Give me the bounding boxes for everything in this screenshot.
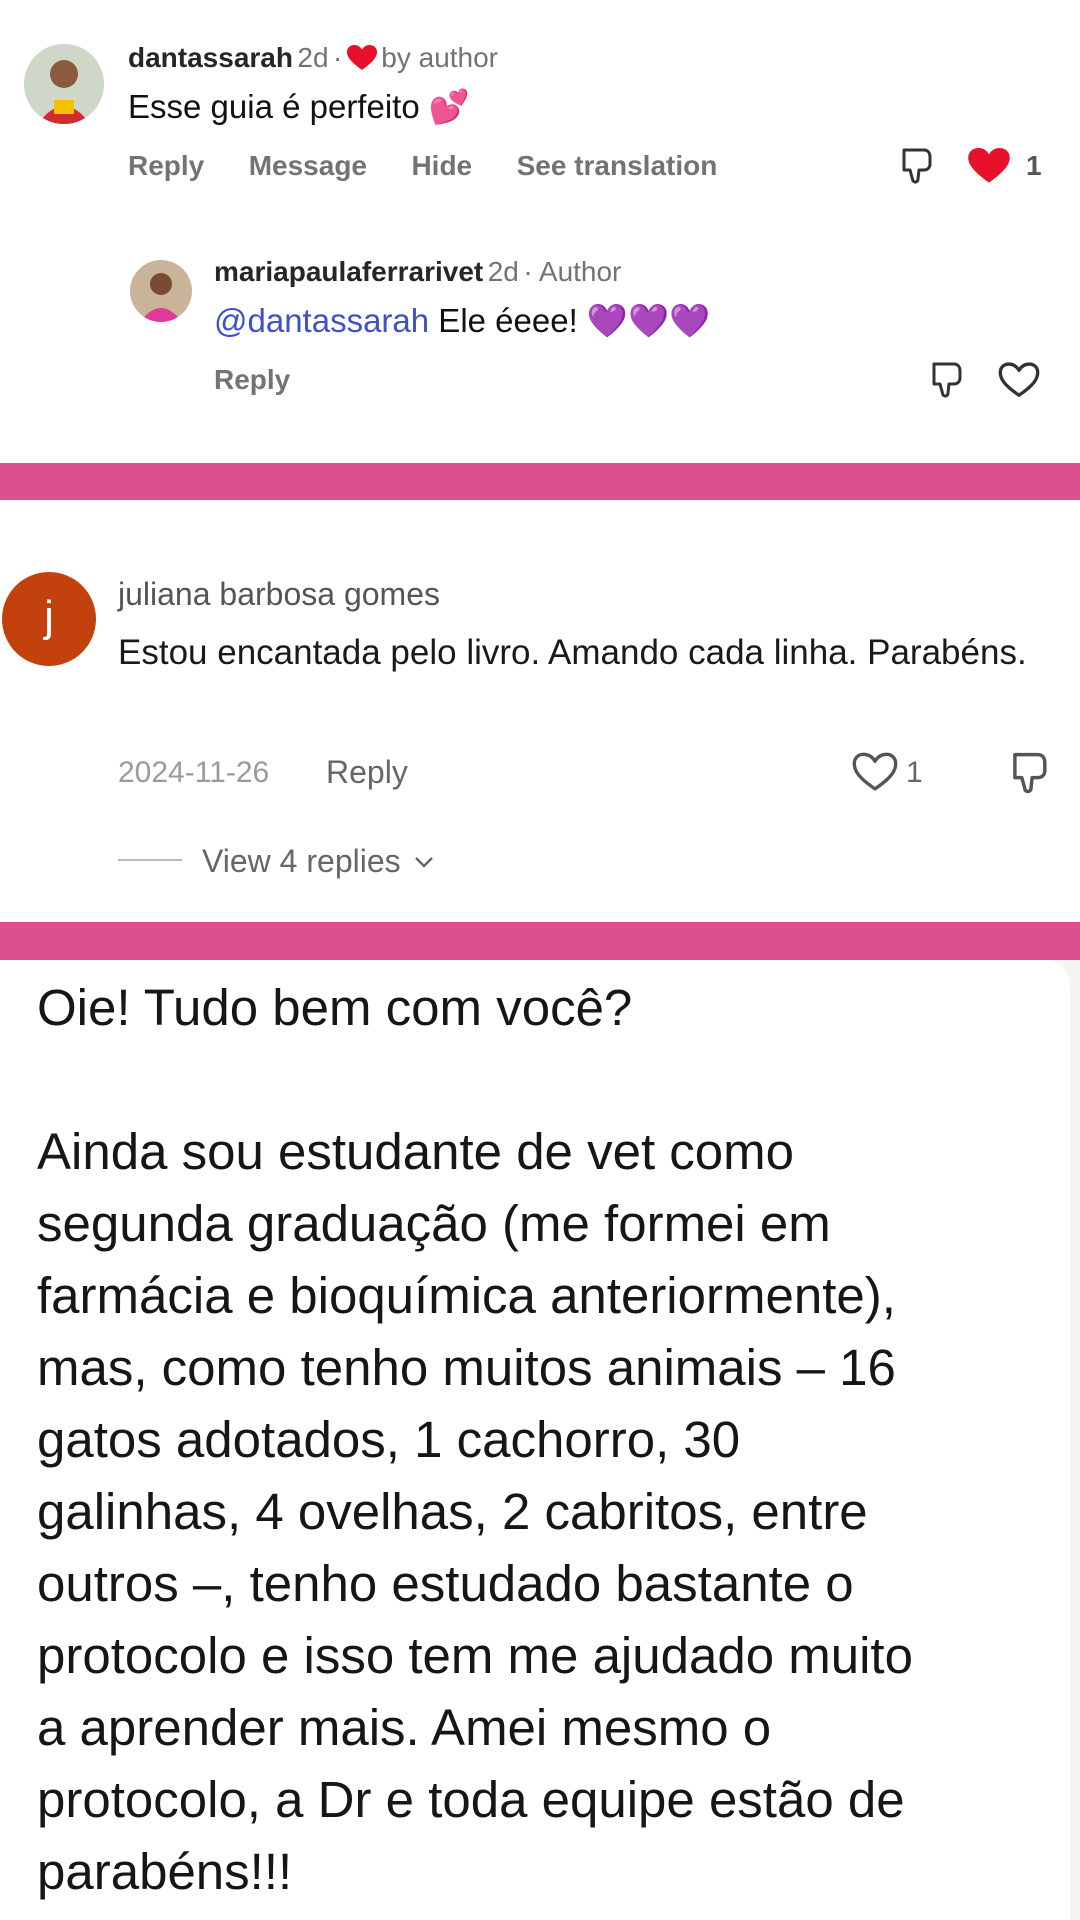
avatar-letter: j bbox=[44, 592, 54, 641]
see-translation-button[interactable]: See translation bbox=[517, 150, 718, 181]
heart-icon bbox=[346, 45, 377, 76]
comment-text: Esse guia é perfeito bbox=[128, 88, 420, 125]
mention-link[interactable]: @dantassarah bbox=[214, 302, 429, 339]
reply-button[interactable]: Reply bbox=[326, 754, 408, 791]
comment-text: Estou encantada pelo livro. Amando cada … bbox=[118, 633, 1027, 672]
comment-thread-2: j juliana barbosa gomes Estou encantada … bbox=[0, 500, 1080, 920]
avatar-photo bbox=[24, 44, 104, 124]
like-count: 1 bbox=[906, 756, 923, 789]
reply-actions: Reply bbox=[214, 364, 330, 396]
message-bubble: Oie! Tudo bem com você? Ainda sou estuda… bbox=[0, 960, 1070, 1920]
view-replies-label: View 4 replies bbox=[202, 843, 401, 879]
like-heart-icon[interactable] bbox=[998, 362, 1040, 403]
chat-background: Oie! Tudo bem com você? Ainda sou estuda… bbox=[0, 960, 1080, 1920]
reply-time: 2d bbox=[487, 256, 519, 287]
comment-username[interactable]: dantassarah bbox=[128, 42, 293, 73]
dislike-icon[interactable] bbox=[1008, 750, 1054, 801]
avatar[interactable]: j bbox=[2, 572, 96, 666]
avatar-photo bbox=[130, 260, 192, 322]
separator-dot: · bbox=[333, 42, 343, 73]
replies-line bbox=[118, 859, 182, 861]
author-badge: · Author bbox=[523, 256, 622, 287]
dislike-icon[interactable] bbox=[928, 360, 968, 405]
purple-hearts-emoji: 💜💜💜 bbox=[586, 302, 711, 339]
view-replies-button[interactable]: View 4 replies bbox=[202, 839, 434, 880]
reply-username[interactable]: mariapaulaferrarivet bbox=[214, 256, 483, 287]
comment-thread-1: dantassarah 2d · by author Esse guia é p… bbox=[0, 0, 1080, 463]
comment-time: 2d bbox=[297, 42, 329, 73]
reply-button[interactable]: Reply bbox=[128, 150, 204, 181]
hide-button[interactable]: Hide bbox=[411, 150, 472, 181]
comment-username[interactable]: juliana barbosa gomes bbox=[118, 576, 440, 613]
like-count: 1 bbox=[1026, 150, 1042, 181]
dislike-icon[interactable] bbox=[898, 146, 938, 191]
comment-actions: Reply Message Hide See translation bbox=[128, 150, 757, 182]
like-heart-icon[interactable] bbox=[968, 148, 1010, 189]
reply-avatar[interactable] bbox=[130, 260, 192, 322]
liked-by-author-label: by author bbox=[381, 42, 499, 73]
section-divider bbox=[0, 922, 1080, 960]
reply-button[interactable]: Reply bbox=[214, 364, 290, 395]
comment-date: 2024-11-26 bbox=[118, 756, 270, 789]
reply-text: Ele éeee! bbox=[429, 302, 587, 339]
section-divider bbox=[0, 463, 1080, 500]
like-heart-icon[interactable] bbox=[852, 752, 898, 797]
message-text: Oie! Tudo bem com você? Ainda sou estuda… bbox=[37, 979, 913, 1900]
two-hearts-emoji: 💕 bbox=[428, 88, 470, 125]
message-button[interactable]: Message bbox=[249, 150, 367, 181]
chevron-down-icon bbox=[414, 839, 434, 876]
avatar[interactable] bbox=[24, 44, 104, 124]
